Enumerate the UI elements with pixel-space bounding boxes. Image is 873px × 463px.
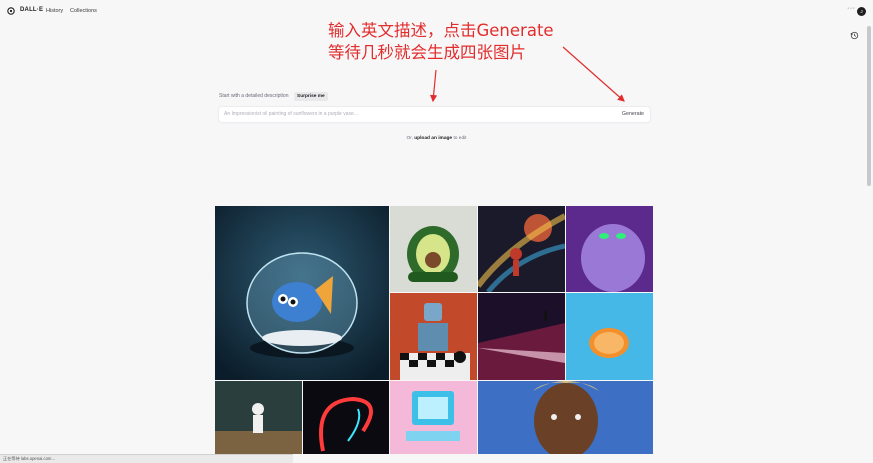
orange-half-image[interactable]: [566, 293, 653, 380]
upload-suffix: to edit: [453, 136, 467, 141]
nav-history[interactable]: History: [46, 8, 63, 14]
cosmic-basketball-image[interactable]: [478, 206, 565, 292]
neon-figure-image[interactable]: [303, 381, 389, 454]
openai-logo-icon[interactable]: [7, 7, 15, 15]
nav-collections[interactable]: Collections: [70, 8, 97, 14]
avatar[interactable]: J: [857, 7, 866, 16]
upload-prefix: Or,: [406, 136, 413, 141]
painted-portrait-image[interactable]: [478, 381, 653, 454]
prompt-input[interactable]: An Impressionist oil painting of sunflow…: [224, 111, 359, 117]
upload-hint: Or, upload an image to edit: [0, 136, 873, 141]
fishbowl-fish-image[interactable]: [215, 206, 389, 380]
arrow-to-generate: [562, 46, 625, 102]
annotation-text: 输入英文描述，点击Generate 等待几秒就会生成四张图片: [328, 20, 554, 64]
annotation-line-1: 输入英文描述，点击Generate: [328, 21, 554, 40]
purple-monster-image[interactable]: [566, 206, 653, 292]
top-bar: DALL·E History Collections ··· J: [0, 0, 873, 22]
astronaut-desert-image[interactable]: [215, 381, 302, 454]
prompt-bar: An Impressionist oil painting of sunflow…: [219, 107, 650, 122]
upload-image-link[interactable]: upload an image: [414, 136, 452, 141]
history-icon[interactable]: [850, 31, 859, 40]
status-text: 正在等待 labs.openai.com...: [3, 456, 55, 461]
surprise-me-button[interactable]: Surprise me: [294, 92, 328, 101]
sunset-figure-image[interactable]: [478, 293, 565, 380]
avocado-armchair-image[interactable]: [390, 206, 477, 292]
retro-computer-image[interactable]: [390, 381, 477, 454]
brand-title[interactable]: DALL·E: [20, 7, 43, 13]
scroll-thumb[interactable]: [867, 26, 871, 186]
generate-button[interactable]: Generate: [622, 111, 644, 117]
scrollbar[interactable]: [867, 18, 871, 458]
robot-chess-image[interactable]: [390, 293, 477, 380]
prompt-label: Start with a detailed description: [219, 93, 289, 99]
arrow-to-input: [429, 69, 438, 103]
annotation-line-2: 等待几秒就会生成四张图片: [328, 43, 526, 62]
more-icon[interactable]: ···: [847, 5, 856, 12]
